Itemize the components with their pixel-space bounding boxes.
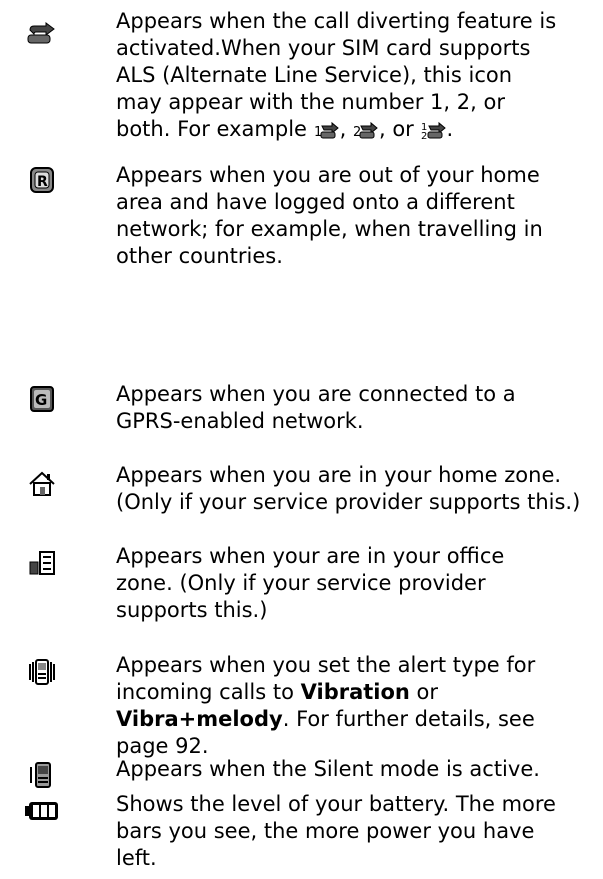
text-line: incoming calls to Vibration or — [116, 679, 602, 706]
text-span: , — [339, 117, 353, 141]
office-zone-icon — [24, 547, 60, 579]
text-line: Appears when your are in your office — [116, 544, 505, 568]
home-zone-text: Appears when you are in your home zone. … — [116, 462, 602, 516]
text-line: Appears when the call diverting feature … — [116, 9, 557, 33]
text-span: incoming calls to — [116, 680, 301, 704]
text-line: GPRS-enabled network. — [116, 409, 364, 433]
text-line: Appears when the Silent mode is active. — [116, 757, 540, 781]
battery-text: Shows the level of your battery. The mor… — [116, 791, 602, 872]
svg-text:R: R — [37, 174, 48, 190]
text-line: Shows the level of your battery. The mor… — [116, 792, 556, 816]
vibration-icon — [24, 656, 60, 688]
call-divert-line1-icon: 1 — [314, 121, 339, 140]
text-line: Appears when you set the alert type for — [116, 653, 536, 677]
text-line: network; for example, when travelling in — [116, 217, 543, 241]
text-line: Appears when you are connected to a — [116, 382, 516, 406]
text-span: both. For example — [116, 117, 314, 141]
text-span: . For further details, see — [282, 707, 535, 731]
text-span: , or — [378, 117, 421, 141]
text-span: . — [446, 117, 454, 141]
call-divert-both-lines-icon: 12 — [421, 121, 446, 140]
call-divert-line2-icon: 2 — [353, 121, 378, 140]
text-line: Appears when you are out of your home — [116, 163, 540, 187]
gprs-text: Appears when you are connected to a GPRS… — [116, 381, 602, 435]
text-line: zone. (Only if your service provider — [116, 571, 486, 595]
text-line: Vibra+melody. For further details, see — [116, 706, 602, 733]
silent-mode-icon — [24, 759, 60, 791]
text-span: or — [409, 680, 439, 704]
battery-icon — [24, 795, 60, 827]
call-divert-icon — [24, 18, 60, 50]
home-zone-icon — [24, 468, 60, 500]
text-line: activated.When your SIM card supports — [116, 36, 531, 60]
silent-mode-text: Appears when the Silent mode is active. — [116, 756, 602, 783]
roaming-icon: R — [24, 164, 60, 196]
text-line: both. For example 1, 2, or 12. — [116, 116, 602, 143]
roaming-text: Appears when you are out of your home ar… — [116, 162, 602, 270]
vibration-text: Appears when you set the alert type for … — [116, 652, 602, 760]
text-line: Appears when you are in your home zone. — [116, 463, 562, 487]
office-zone-text: Appears when your are in your office zon… — [116, 543, 602, 624]
text-line: (Only if your service provider supports … — [116, 490, 581, 514]
text-line: may appear with the number 1, 2, or — [116, 90, 505, 114]
text-line: bars you see, the more power you have — [116, 819, 535, 843]
text-line: supports this.) — [116, 598, 268, 622]
text-line: ALS (Alternate Line Service), this icon — [116, 63, 513, 87]
svg-text:2: 2 — [421, 131, 427, 140]
text-line: other countries. — [116, 244, 283, 268]
call-divert-text: Appears when the call diverting feature … — [116, 8, 602, 143]
gprs-icon: G — [24, 383, 60, 415]
vibra-melody-option-label: Vibra+melody — [116, 707, 283, 731]
text-line: area and have logged onto a different — [116, 190, 515, 214]
vibration-option-label: Vibration — [300, 680, 410, 704]
svg-text:G: G — [35, 391, 47, 409]
text-line: left. — [116, 846, 157, 870]
